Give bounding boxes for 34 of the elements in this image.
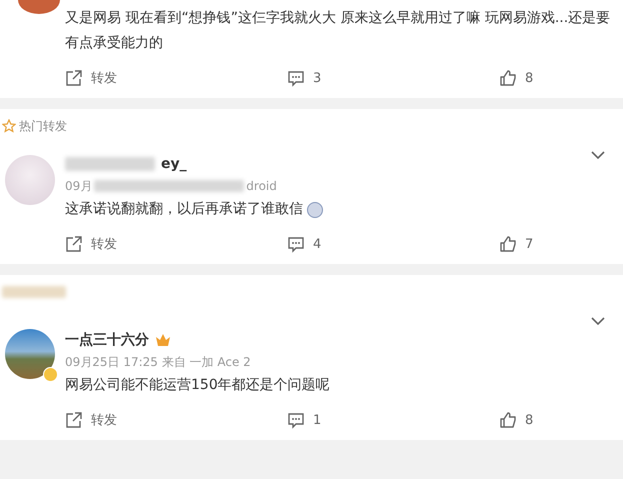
like-count[interactable]: 8 (525, 412, 534, 428)
post-text: 这承诺说翻就翻，以后再承诺了谁敢信 (65, 200, 303, 219)
thumbs-up-icon[interactable] (499, 411, 517, 429)
post-meta: 09月25日 17:25 来自 一加 Ace 2 (65, 354, 252, 370)
comment-count[interactable]: 1 (313, 412, 322, 428)
comment-icon[interactable] (287, 235, 305, 253)
share-icon[interactable] (65, 411, 83, 429)
blurred-label (2, 286, 66, 298)
star-icon (2, 119, 16, 133)
comment-count[interactable]: 4 (313, 236, 322, 252)
comment-icon[interactable] (287, 411, 305, 429)
avatar[interactable] (5, 329, 55, 379)
chevron-down-icon[interactable] (591, 317, 605, 325)
avatar[interactable] (18, 0, 60, 14)
repost-label[interactable]: 转发 (91, 411, 117, 429)
post-text: 又是网易 现在看到“想挣钱”这仨字我就火大 原来这么早就用过了嘛 玩网易游戏...还是要有点承受能力的 (65, 9, 612, 53)
repost-label[interactable]: 转发 (91, 235, 117, 253)
user-name[interactable]: 一点三十六分 (65, 331, 149, 349)
repost-label[interactable]: 转发 (91, 69, 117, 87)
like-count[interactable]: 8 (525, 70, 534, 86)
comment-count[interactable]: 3 (313, 70, 322, 86)
post-text: 网易公司能不能运营150年都还是个问题呢 (65, 376, 330, 395)
share-icon[interactable] (65, 235, 83, 253)
thumbs-up-icon[interactable] (499, 235, 517, 253)
comment-icon[interactable] (287, 69, 305, 87)
user-name[interactable]: ey_ (161, 156, 187, 172)
crown-badge-icon (155, 333, 171, 347)
section-label: 热门转发 (19, 118, 67, 134)
thumbs-up-icon[interactable] (499, 69, 517, 87)
post-source: droid (246, 179, 277, 193)
share-icon[interactable] (65, 69, 83, 87)
like-count[interactable]: 7 (525, 236, 534, 252)
chevron-down-icon[interactable] (591, 151, 605, 159)
post-date: 09月 (65, 178, 92, 194)
